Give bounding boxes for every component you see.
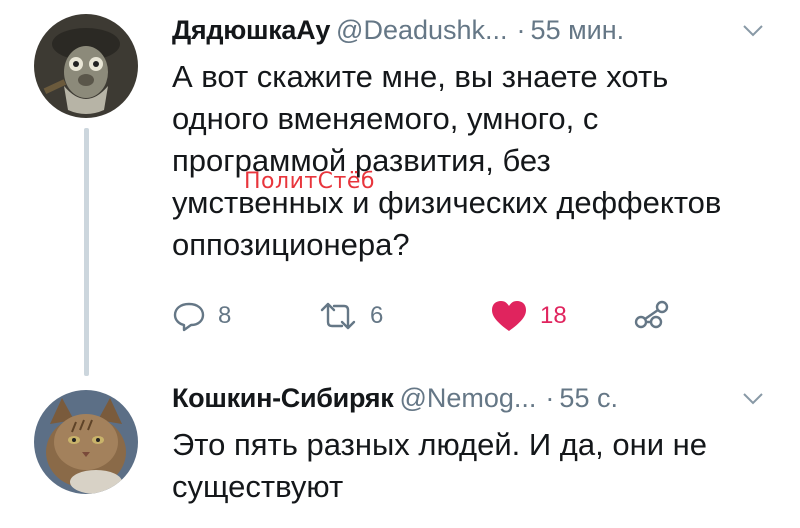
display-name[interactable]: ДядюшкаАу (172, 15, 330, 45)
user-handle[interactable]: @Nemog... (399, 383, 536, 413)
timestamp[interactable]: 55 с. (559, 383, 618, 413)
reply-button[interactable]: 8 (172, 298, 231, 334)
tweet-header: ДядюшкаАу @Deadushk... · 55 мин. (172, 14, 624, 46)
like-count: 18 (540, 302, 567, 329)
retweet-icon (320, 302, 356, 330)
reply-count: 8 (218, 302, 232, 329)
tweet-text: А вот скажите мне, вы знаете хоть одного… (172, 59, 722, 262)
tweet-text: Это пять разных людей. И да, они не суще… (172, 427, 708, 504)
tweet-1[interactable]: ДядюшкаАу @Deadushk... · 55 мин. А вот скаж… (0, 0, 800, 376)
tweet-actions: 8 6 18 (172, 298, 692, 334)
avatar-koshkin-sibiryak[interactable] (34, 390, 138, 494)
retweet-count: 6 (370, 302, 384, 329)
thread-line (84, 128, 89, 376)
share-icon (634, 300, 669, 329)
like-button[interactable]: 18 (490, 298, 567, 334)
avatar-dyadyushkaau[interactable] (34, 14, 138, 118)
retweet-button[interactable]: 6 (318, 298, 383, 334)
display-name[interactable]: Кошкин-Сибиряк (172, 383, 394, 413)
heart-icon (492, 301, 526, 331)
tweet-2[interactable]: Кошкин-Сибиряк @Nemog... · 55 с. Это пять р… (0, 360, 800, 528)
tweet-header: Кошкин-Сибиряк @Nemog... · 55 с. (172, 382, 618, 414)
separator-dot: · (545, 383, 555, 413)
share-button[interactable] (634, 298, 670, 334)
chevron-down-icon[interactable] (742, 392, 764, 406)
chevron-down-icon[interactable] (742, 24, 764, 38)
reply-icon (173, 302, 205, 332)
user-handle[interactable]: @Deadushk... (336, 15, 508, 45)
timestamp[interactable]: 55 мин. (531, 15, 625, 45)
separator-dot: · (516, 15, 526, 45)
